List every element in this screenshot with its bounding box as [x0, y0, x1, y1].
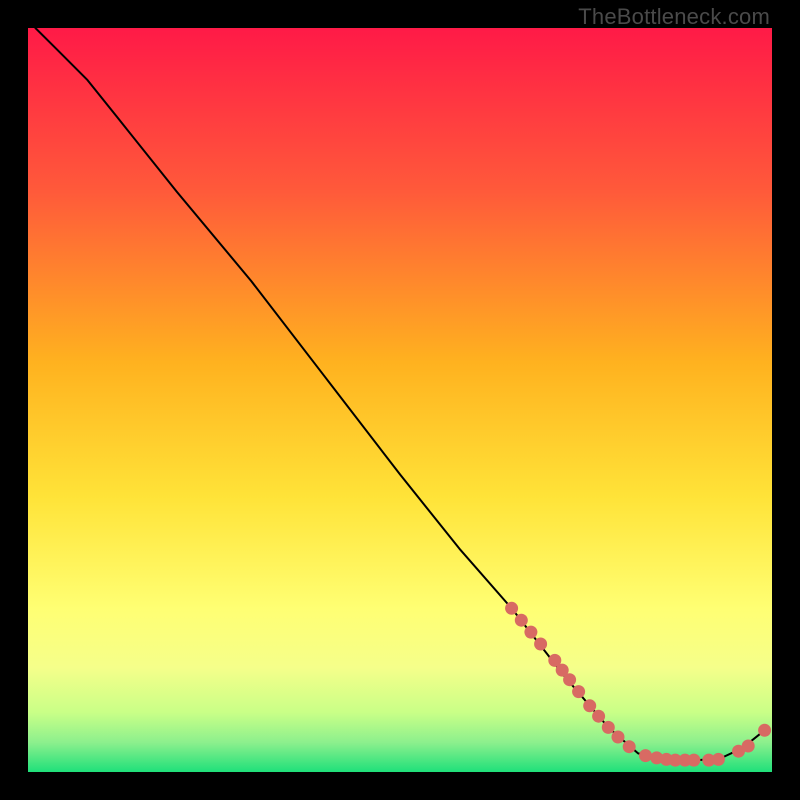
- chart-marker: [742, 740, 755, 753]
- chart-background: [28, 28, 772, 772]
- chart-marker: [572, 685, 585, 698]
- chart-marker: [534, 638, 547, 651]
- chart-marker: [639, 749, 652, 762]
- chart-marker: [623, 740, 636, 753]
- chart-svg: [28, 28, 772, 772]
- chart-marker: [505, 602, 518, 615]
- chart-marker: [592, 710, 605, 723]
- chart-marker: [758, 724, 771, 737]
- chart-marker: [687, 754, 700, 767]
- chart-marker: [712, 753, 725, 766]
- chart-marker: [583, 699, 596, 712]
- chart-marker: [602, 721, 615, 734]
- chart-marker: [612, 731, 625, 744]
- watermark-text: TheBottleneck.com: [578, 4, 770, 30]
- chart-marker: [563, 673, 576, 686]
- chart-plot-area: [28, 28, 772, 772]
- chart-marker: [524, 626, 537, 639]
- chart-marker: [515, 614, 528, 627]
